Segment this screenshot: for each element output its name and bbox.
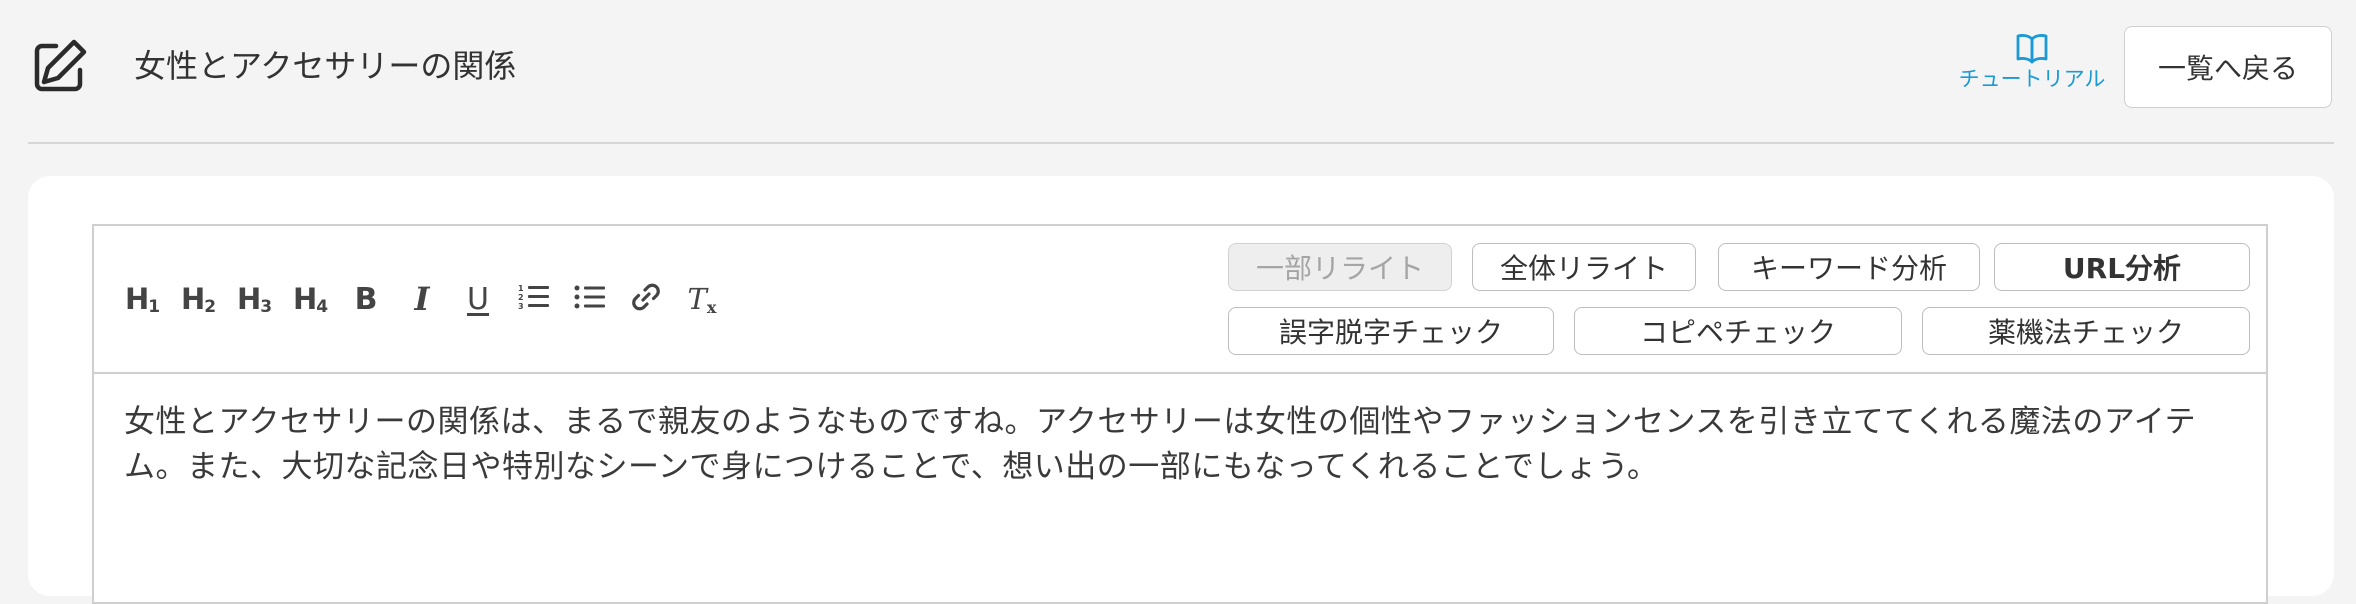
clear-format-button[interactable]: Tx [674,274,730,324]
h2-icon: H2 [180,281,216,317]
bold-button[interactable]: B [338,274,394,324]
h1-icon: H1 [124,281,160,317]
heading-2-button[interactable]: H2 [170,274,226,324]
url-analysis-button[interactable]: URL分析 [1994,243,2250,291]
editor-toolbar: H1 H2 H3 H4 B I U 1 2 3 Tx 一部リライト 全体リライト… [94,226,2266,374]
bold-icon: B [354,281,378,317]
h3-icon: H3 [236,281,272,317]
tutorial-label: チュートリアル [1958,67,2106,91]
back-to-list-button[interactable]: 一覧へ戻る [2124,26,2332,108]
edit-icon [30,36,90,96]
bullet-list-icon [574,283,606,315]
bullet-list-button[interactable] [562,274,618,324]
tutorial-link[interactable]: チュートリアル [1952,32,2112,104]
heading-4-button[interactable]: H4 [282,274,338,324]
svg-text:3: 3 [518,302,524,311]
partial-rewrite-button[interactable]: 一部リライト [1228,243,1452,291]
full-rewrite-button[interactable]: 全体リライト [1472,243,1696,291]
heading-1-button[interactable]: H1 [114,274,170,324]
ordered-list-button[interactable]: 1 2 3 [506,274,562,324]
h4-icon: H4 [292,281,328,317]
format-tools: H1 H2 H3 H4 B I U 1 2 3 Tx [114,274,730,324]
typo-check-button[interactable]: 誤字脱字チェック [1228,307,1554,355]
clear-format-icon: Tx [687,281,717,317]
link-icon [630,281,662,317]
svg-text:1: 1 [518,284,524,293]
link-button[interactable] [618,274,674,324]
editor-content[interactable]: 女性とアクセサリーの関係は、まるで親友のようなものですね。アクセサリーは女性の個… [124,400,2244,490]
pharma-law-check-button[interactable]: 薬機法チェック [1922,307,2250,355]
rich-text-editor: H1 H2 H3 H4 B I U 1 2 3 Tx 一部リライト 全体リライト… [92,224,2268,604]
ordered-list-icon: 1 2 3 [518,282,550,316]
copy-check-button[interactable]: コピペチェック [1574,307,1902,355]
page-header: 女性とアクセサリーの関係 チュートリアル 一覧へ戻る [0,0,2356,140]
page-title: 女性とアクセサリーの関係 [134,47,517,85]
italic-icon: I [414,280,430,318]
header-divider [28,142,2334,144]
book-icon [1952,32,2112,64]
underline-icon: U [467,281,489,317]
keyword-analysis-button[interactable]: キーワード分析 [1718,243,1980,291]
underline-button[interactable]: U [450,274,506,324]
italic-button[interactable]: I [394,274,450,324]
svg-text:2: 2 [518,293,524,302]
heading-3-button[interactable]: H3 [226,274,282,324]
